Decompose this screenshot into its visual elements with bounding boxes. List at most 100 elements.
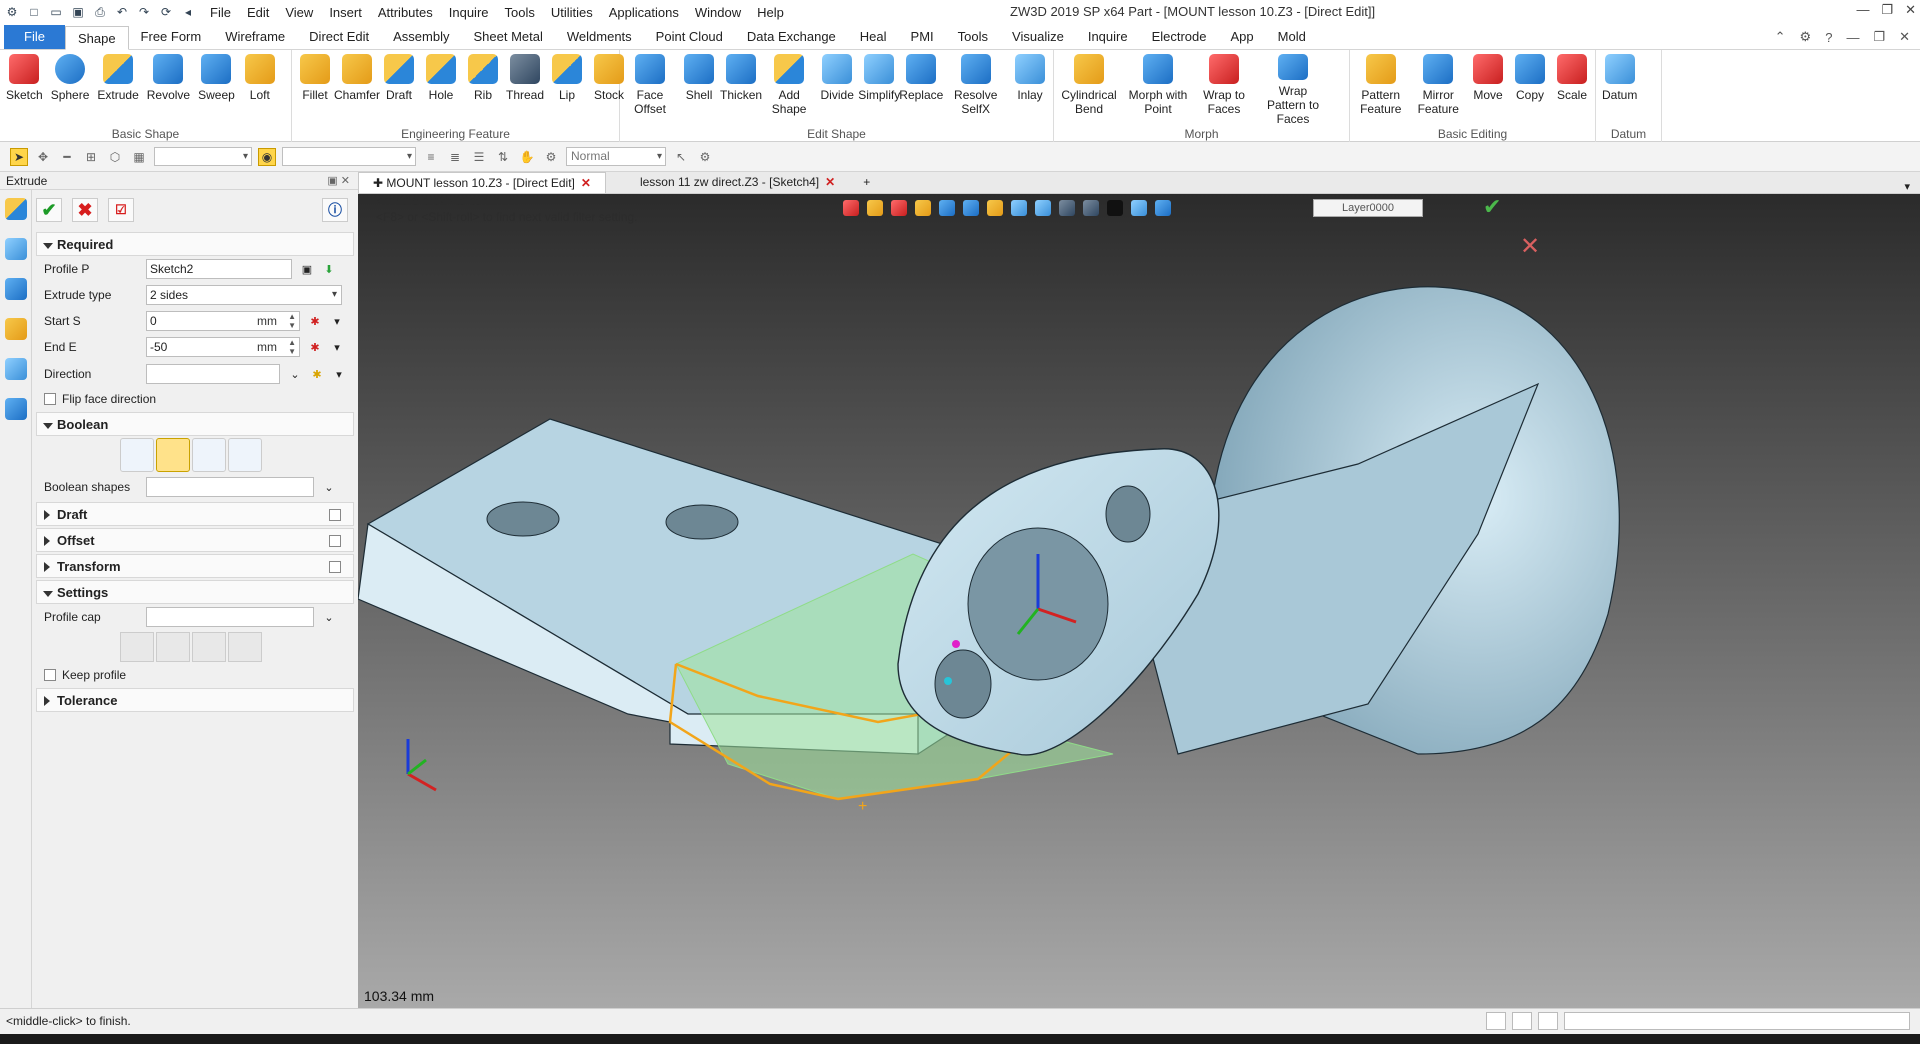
section-offset[interactable]: Offset <box>36 528 354 552</box>
wrap-to-faces-button[interactable]: Wrap to Faces <box>1194 52 1254 126</box>
panel-pin-close-icon[interactable]: ▣ ✕ <box>327 172 350 190</box>
zoom-window-icon[interactable] <box>1035 200 1051 216</box>
snap-icon[interactable]: ✥ <box>34 148 52 166</box>
pen-icon[interactable] <box>891 200 907 216</box>
menu-applications[interactable]: Applications <box>601 5 687 20</box>
tab-visualize[interactable]: Visualize <box>1000 25 1076 49</box>
tab-direct-edit[interactable]: Direct Edit <box>297 25 381 49</box>
command-input[interactable] <box>1564 1012 1910 1030</box>
arrow-left-icon[interactable]: ◂ <box>180 4 196 20</box>
add-shape-button[interactable]: Add Shape <box>762 52 816 126</box>
background-color-icon[interactable] <box>1107 200 1123 216</box>
confirm-profile-icon[interactable]: ⬇ <box>322 262 336 276</box>
pick-settings-icon[interactable]: ⚙ <box>696 148 714 166</box>
back-arrow-icon[interactable] <box>843 200 859 216</box>
tab-heal[interactable]: Heal <box>848 25 899 49</box>
sketch-button[interactable]: Sketch <box>2 52 47 126</box>
section-tolerance[interactable]: Tolerance <box>36 688 354 712</box>
chevron-down-icon[interactable]: ▾ <box>332 367 346 381</box>
extrude-button[interactable]: Extrude <box>93 52 142 126</box>
zoom-fit-icon[interactable] <box>1011 200 1027 216</box>
handle-point[interactable] <box>944 677 952 685</box>
distribute-icon[interactable]: ≣ <box>446 148 464 166</box>
fillet-button[interactable]: Fillet <box>294 52 336 126</box>
hand-icon[interactable]: ✋ <box>518 148 536 166</box>
mode-dropdown[interactable]: Normal <box>566 147 666 166</box>
lip-button[interactable]: Lip <box>546 52 588 126</box>
chamfer-button[interactable]: Chamfer <box>334 52 380 126</box>
extrude-type-select[interactable]: 2 sides <box>146 285 342 305</box>
display-icon[interactable] <box>987 200 1003 216</box>
section-boolean[interactable]: Boolean <box>36 412 354 436</box>
flip-face-checkbox[interactable]: Flip face direction <box>32 388 358 410</box>
model-view[interactable]: + ✔ ✕ <box>358 194 1920 1008</box>
section-draft[interactable]: Draft <box>36 502 354 526</box>
profile-input[interactable]: Sketch2 <box>146 259 292 279</box>
measure-pin-icon[interactable]: ✱ <box>308 314 322 328</box>
thread-button[interactable]: Thread <box>504 52 546 126</box>
tab-shape[interactable]: Shape <box>64 26 129 50</box>
double-chevron-icon[interactable]: ⌄ <box>322 480 336 494</box>
tab-wireframe[interactable]: Wireframe <box>213 25 297 49</box>
cap-end-icon[interactable] <box>192 632 226 662</box>
datum-button[interactable]: Datum <box>1598 52 1641 126</box>
settings-gear-icon[interactable]: ⚙ <box>1800 29 1812 45</box>
boolean-base-icon[interactable] <box>120 438 154 472</box>
status-display-icon[interactable] <box>1512 1012 1532 1030</box>
hole[interactable] <box>665 504 739 540</box>
collapse-ribbon-icon[interactable]: ⌃ <box>1775 29 1786 45</box>
status-window-icon[interactable] <box>1538 1012 1558 1030</box>
filter-view-icon[interactable] <box>867 200 883 216</box>
sketch-pick-icon[interactable]: ▣ <box>300 262 314 276</box>
new-icon[interactable]: □ <box>26 4 42 20</box>
filter-icon[interactable]: ▦ <box>130 148 148 166</box>
loft-button[interactable]: Loft <box>239 52 281 126</box>
shaded-mode-icon[interactable] <box>915 200 931 216</box>
polygon-icon[interactable]: ⬡ <box>106 148 124 166</box>
feature-manager-icon[interactable] <box>5 198 27 220</box>
divide-button[interactable]: Divide <box>816 52 858 126</box>
tab-file[interactable]: File <box>4 25 65 49</box>
thicken-button[interactable]: Thicken <box>720 52 762 126</box>
handle-point[interactable] <box>952 640 960 648</box>
filter-dropdown[interactable] <box>154 147 252 166</box>
spinner-icon[interactable]: ▲ ▼ <box>288 312 296 330</box>
pick-arrow-icon[interactable]: ➤ <box>10 147 28 166</box>
stack-icon[interactable]: ☰ <box>470 148 488 166</box>
status-mode-icon[interactable] <box>1486 1012 1506 1030</box>
scale-button[interactable]: Scale <box>1551 52 1593 126</box>
menu-file[interactable]: File <box>202 5 239 20</box>
menu-utilities[interactable]: Utilities <box>543 5 601 20</box>
hole-button[interactable]: Hole <box>420 52 462 126</box>
cap-both-icon[interactable] <box>228 632 262 662</box>
inlay-button[interactable]: Inlay <box>1009 52 1051 126</box>
morph-with-point-button[interactable]: Morph with Point <box>1122 52 1194 126</box>
menu-help[interactable]: Help <box>749 5 792 20</box>
hole[interactable] <box>486 501 560 537</box>
transform-checkbox[interactable] <box>329 561 341 573</box>
menu-inquire[interactable]: Inquire <box>441 5 497 20</box>
profile-cap-input[interactable] <box>146 607 314 627</box>
section-view-icon[interactable] <box>1059 200 1075 216</box>
part-tree-icon[interactable] <box>5 318 27 340</box>
replace-button[interactable]: Replace <box>899 52 943 126</box>
print-icon[interactable]: ⎙ <box>92 4 108 20</box>
open-icon[interactable]: ▭ <box>48 4 64 20</box>
cancel-x-icon[interactable]: ✖ <box>72 198 98 222</box>
rib-button[interactable]: Rib <box>462 52 504 126</box>
info-icon[interactable]: ⓘ <box>322 198 348 222</box>
viewport-ok-icon[interactable]: ✔ <box>1483 194 1501 219</box>
history-tree-icon[interactable] <box>5 238 27 260</box>
ok-check-icon[interactable]: ✔ <box>36 198 62 222</box>
mirror-feature-button[interactable]: Mirror Feature <box>1410 52 1468 126</box>
section-transform[interactable]: Transform <box>36 554 354 578</box>
select-mode-icon[interactable]: ◉ <box>258 147 276 166</box>
transparency-icon[interactable] <box>1131 200 1147 216</box>
chevron-down-icon[interactable]: ▾ <box>330 314 344 328</box>
copy-button[interactable]: Copy <box>1509 52 1551 126</box>
tab-data-exchange[interactable]: Data Exchange <box>735 25 848 49</box>
view-cube-icon[interactable] <box>939 200 955 216</box>
resolve-selfx-button[interactable]: Resolve SelfX <box>942 52 1009 126</box>
order-icon[interactable]: ⇅ <box>494 148 512 166</box>
tab-assembly[interactable]: Assembly <box>381 25 461 49</box>
